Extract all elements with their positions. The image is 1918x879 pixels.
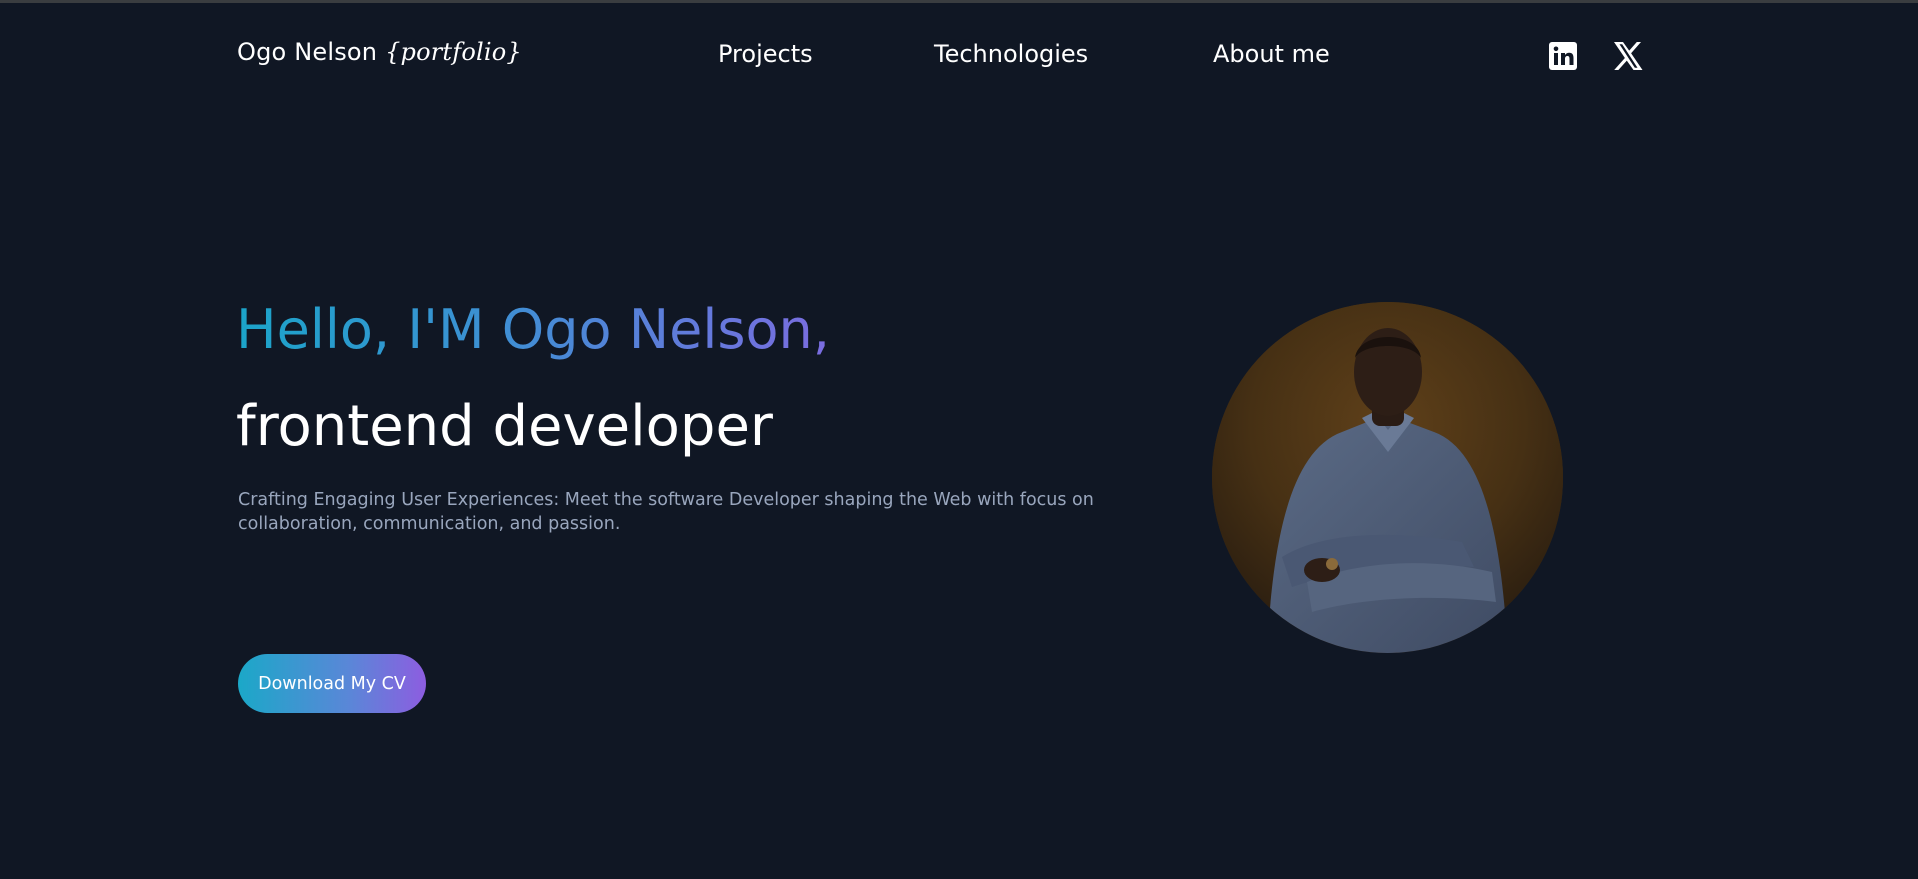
logo-suffix: {portfolio} xyxy=(385,38,522,66)
download-cv-button[interactable]: Download My CV xyxy=(238,654,426,713)
x-twitter-link[interactable] xyxy=(1612,40,1644,72)
portrait-illustration xyxy=(1212,302,1563,653)
hero-role: frontend developer xyxy=(236,394,773,459)
window-top-border xyxy=(0,0,1918,3)
hero-greeting: Hello, I'M Ogo Nelson, xyxy=(236,298,830,361)
site-logo[interactable]: Ogo Nelson {portfolio} xyxy=(237,38,522,66)
hero-description: Crafting Engaging User Experiences: Meet… xyxy=(238,490,1094,534)
nav-link-projects[interactable]: Projects xyxy=(718,40,813,68)
nav-link-technologies[interactable]: Technologies xyxy=(934,40,1088,68)
portrait-photo xyxy=(1212,302,1563,653)
nav-link-about[interactable]: About me xyxy=(1213,40,1330,68)
linkedin-link[interactable] xyxy=(1547,40,1579,72)
linkedin-icon xyxy=(1549,42,1577,70)
logo-name: Ogo Nelson xyxy=(237,38,378,66)
x-twitter-icon xyxy=(1614,42,1643,70)
